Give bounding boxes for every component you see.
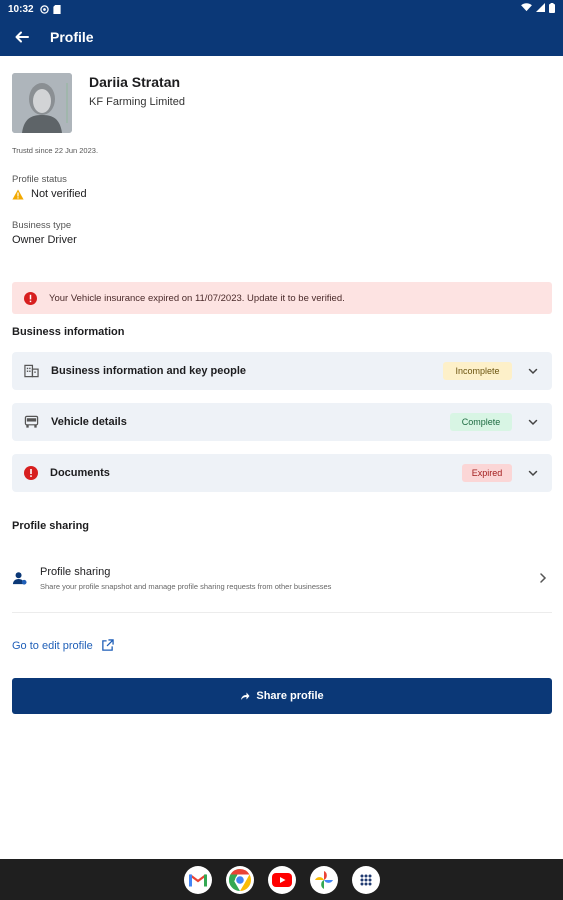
business-type-value: Owner Driver <box>12 234 77 246</box>
business-info-heading: Business information <box>12 326 125 338</box>
share-profile-label: Share profile <box>256 690 324 702</box>
system-nav-bar <box>0 859 563 900</box>
youtube-icon[interactable] <box>267 865 296 894</box>
profile-sharing-row-subtitle: Share your profile snapshot and manage p… <box>40 581 332 591</box>
share-icon <box>240 691 250 701</box>
app-drawer-icon[interactable] <box>351 865 380 894</box>
profile-status-label: Profile status <box>12 174 67 185</box>
profile-sharing-heading: Profile sharing <box>12 520 90 532</box>
photos-icon[interactable] <box>309 865 338 894</box>
business-type-label: Business type <box>12 220 72 231</box>
status-value-text: Not verified <box>31 188 87 200</box>
profile-sharing-text: Profile sharing Share your profile snaps… <box>40 566 331 591</box>
business-info-accordion[interactable]: Business information and key people Inco… <box>12 352 552 390</box>
company-name: KF Farming Limited <box>89 96 185 108</box>
chevron-down-icon <box>526 466 540 480</box>
status-time: 10:32 <box>8 3 34 15</box>
sync-icon <box>39 4 49 14</box>
profile-name: Dariia Stratan <box>89 74 181 90</box>
back-arrow-icon[interactable] <box>12 27 32 47</box>
chevron-down-icon <box>526 364 540 378</box>
documents-accordion[interactable]: Documents Expired <box>12 454 552 492</box>
error-icon <box>24 291 37 305</box>
chevron-down-icon <box>526 415 540 429</box>
signal-icon <box>536 3 545 15</box>
status-right-icons <box>521 2 555 16</box>
battery-icon <box>549 2 555 16</box>
avatar <box>12 73 72 133</box>
expired-insurance-alert: Your Vehicle insurance expired on 11/07/… <box>12 282 552 314</box>
edit-profile-link-text: Go to edit profile <box>12 639 93 652</box>
edit-profile-link[interactable]: Go to edit profile <box>12 639 114 652</box>
status-badge: Incomplete <box>443 362 512 380</box>
page-title: Profile <box>50 29 94 45</box>
profile-status-value: Not verified <box>12 188 87 200</box>
chevron-right-icon <box>538 571 548 589</box>
accordion-label: Documents <box>50 467 110 479</box>
person-share-icon <box>12 571 40 586</box>
divider <box>12 612 552 613</box>
chrome-icon[interactable] <box>225 865 254 894</box>
share-profile-button[interactable]: Share profile <box>12 678 552 714</box>
wifi-icon <box>521 3 532 15</box>
warning-icon <box>12 189 24 200</box>
accordion-label: Vehicle details <box>51 416 127 428</box>
gmail-icon[interactable] <box>183 865 212 894</box>
building-icon <box>24 364 39 378</box>
alert-text: Your Vehicle insurance expired on 11/07/… <box>49 292 345 304</box>
vehicle-icon <box>24 415 39 429</box>
trusted-since: Trustd since 22 Jun 2023. <box>12 146 99 155</box>
profile-sharing-row[interactable]: Profile sharing Share your profile snaps… <box>12 555 552 601</box>
profile-sharing-row-title: Profile sharing <box>40 565 111 578</box>
error-icon <box>24 466 38 480</box>
sd-card-icon <box>52 4 62 14</box>
status-bar: 10:32 <box>0 0 563 18</box>
status-badge: Expired <box>462 464 512 482</box>
accordion-label: Business information and key people <box>51 365 246 377</box>
status-badge: Complete <box>450 413 512 431</box>
app-bar: Profile <box>0 18 563 56</box>
vehicle-details-accordion[interactable]: Vehicle details Complete <box>12 403 552 441</box>
external-link-icon <box>101 639 114 652</box>
